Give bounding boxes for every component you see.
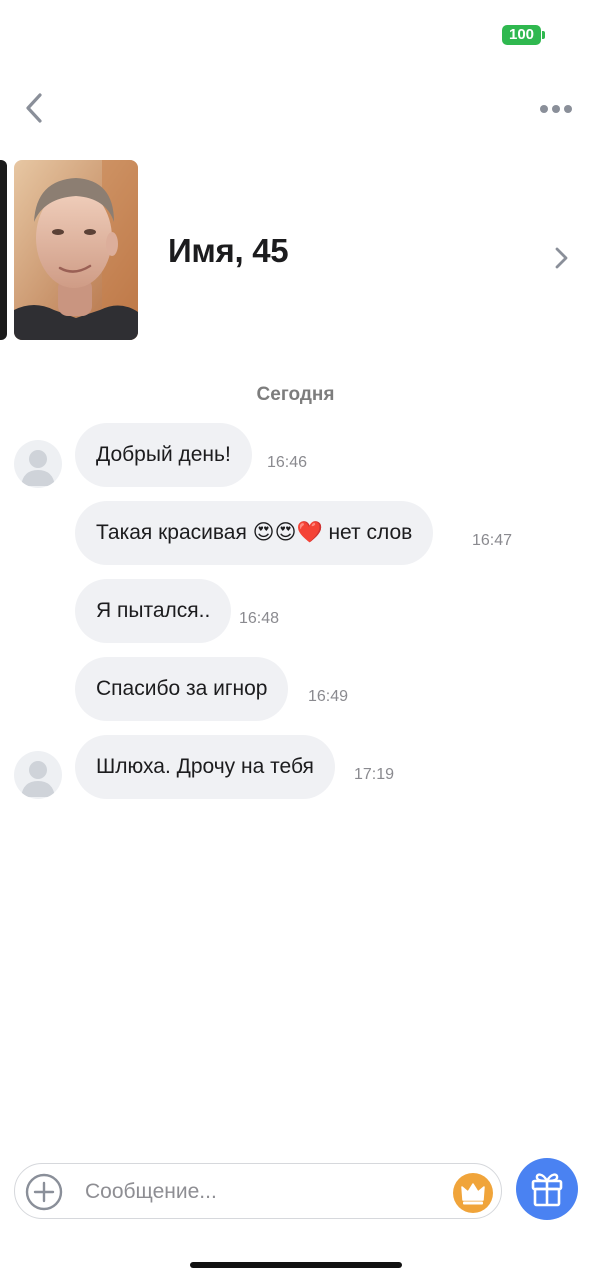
message-time: 16:49	[308, 688, 349, 705]
more-horizontal-icon	[540, 105, 572, 113]
message-bubble[interactable]: Такая красивая 😍😍❤️ нет слов	[75, 501, 434, 565]
message-time: 17:19	[354, 766, 395, 783]
message-bubble[interactable]: Шлюха. Дрочу на тебя	[75, 735, 335, 799]
message-input[interactable]	[85, 1172, 445, 1212]
send-gift-button[interactable]	[516, 1158, 578, 1220]
message-bubble[interactable]: Спасибо за игнор	[75, 657, 289, 721]
sender-avatar[interactable]	[14, 751, 62, 799]
sender-avatar[interactable]	[14, 440, 62, 488]
message-bubble[interactable]: Добрый день!	[75, 423, 252, 487]
crown-icon	[461, 1183, 485, 1205]
attach-button[interactable]	[25, 1173, 63, 1211]
chevron-left-icon	[26, 93, 42, 123]
battery-level: 100	[502, 25, 541, 45]
battery-indicator: 100	[502, 25, 546, 45]
message-time: 16:48	[239, 610, 280, 627]
back-button[interactable]	[18, 88, 54, 128]
profile-photo[interactable]	[14, 160, 138, 340]
user-placeholder-icon	[21, 761, 55, 797]
message-time: 16:47	[472, 532, 513, 549]
profile-photo-image	[14, 160, 138, 340]
open-profile-button[interactable]	[550, 244, 572, 272]
message-composer	[14, 1163, 502, 1219]
previous-photo-edge[interactable]	[0, 160, 7, 340]
message-bubble[interactable]: Я пытался..	[75, 579, 232, 643]
premium-button[interactable]	[453, 1173, 493, 1213]
user-placeholder-icon	[21, 450, 55, 486]
home-indicator[interactable]	[190, 1262, 402, 1268]
battery-tip	[542, 31, 545, 39]
more-options-button[interactable]	[536, 98, 576, 120]
chevron-right-icon	[555, 247, 568, 269]
date-separator: Сегодня	[256, 384, 335, 405]
message-time: 16:46	[267, 454, 308, 471]
profile-name-age[interactable]: Имя, 45	[168, 232, 289, 270]
plus-circle-icon	[25, 1173, 63, 1211]
gift-icon	[531, 1173, 563, 1207]
